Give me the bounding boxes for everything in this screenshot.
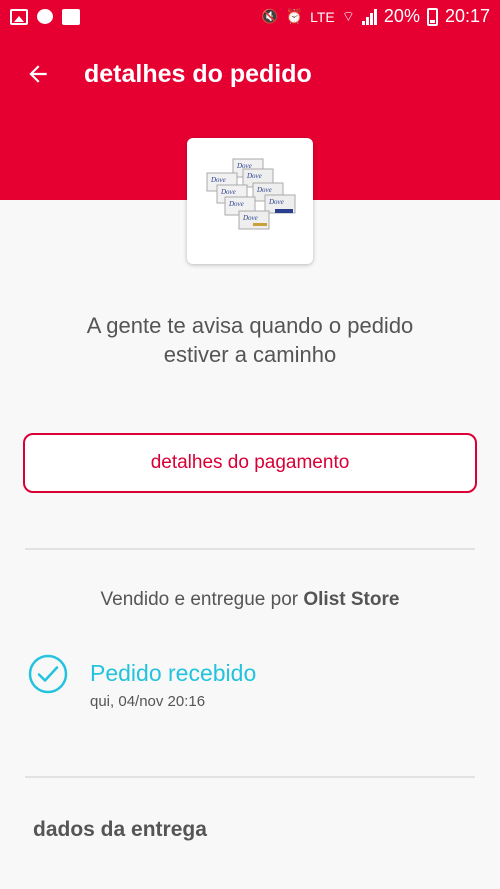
svg-text:Dove: Dove [210, 176, 226, 184]
svg-text:Dove: Dove [246, 172, 262, 180]
signal-icon [361, 8, 377, 25]
order-status-date: qui, 04/nov 20:16 [90, 693, 206, 710]
voicemail-notification-icon [62, 8, 80, 25]
svg-text:Dove: Dove [268, 198, 284, 206]
page-title: detalhes do pedido [84, 60, 312, 88]
message-notification-icon [37, 9, 53, 24]
alarm-icon: ⏰ [285, 8, 304, 24]
back-button[interactable] [22, 58, 54, 90]
svg-text:Dove: Dove [256, 186, 272, 194]
mute-icon: 🔇 [261, 8, 279, 24]
battery-icon [426, 7, 438, 26]
status-bar: 🔇 ⏰ LTE ⌔ 20% 20:17 [0, 0, 500, 33]
svg-text:Dove: Dove [242, 214, 258, 222]
delivery-section-title: dados da entrega [33, 818, 207, 841]
svg-text:Dove: Dove [220, 188, 236, 196]
order-status-title: Pedido recebido [90, 660, 257, 686]
seller-info: Vendido e entregue por Olist Store [0, 589, 500, 611]
network-type-label: LTE [310, 8, 335, 25]
wifi-icon: ⌔ [341, 7, 355, 24]
divider [25, 548, 475, 550]
seller-name: Olist Store [303, 589, 400, 610]
divider [25, 776, 475, 778]
delivery-notice-line-2: estiver a caminho [163, 342, 337, 367]
arrow-left-icon [29, 65, 47, 83]
payment-details-button[interactable]: detalhes do pagamento [23, 433, 477, 493]
seller-prefix: Vendido e entregue por [100, 589, 299, 610]
delivery-notice-line-1: A gente te avisa quando o pedido [86, 313, 414, 338]
product-image: Dove Dove Dove Dove Dove Dove Dove Dove [187, 138, 313, 264]
check-circle-icon [28, 654, 68, 694]
gallery-notification-icon [10, 8, 28, 25]
svg-text:Dove: Dove [228, 200, 244, 208]
battery-percent: 20% [383, 6, 420, 26]
soap-boxes-image: Dove Dove Dove Dove Dove Dove Dove Dove [206, 158, 296, 230]
clock: 20:17 [444, 6, 490, 26]
delivery-notice: A gente te avisa quando o pedido estiver… [30, 311, 470, 369]
